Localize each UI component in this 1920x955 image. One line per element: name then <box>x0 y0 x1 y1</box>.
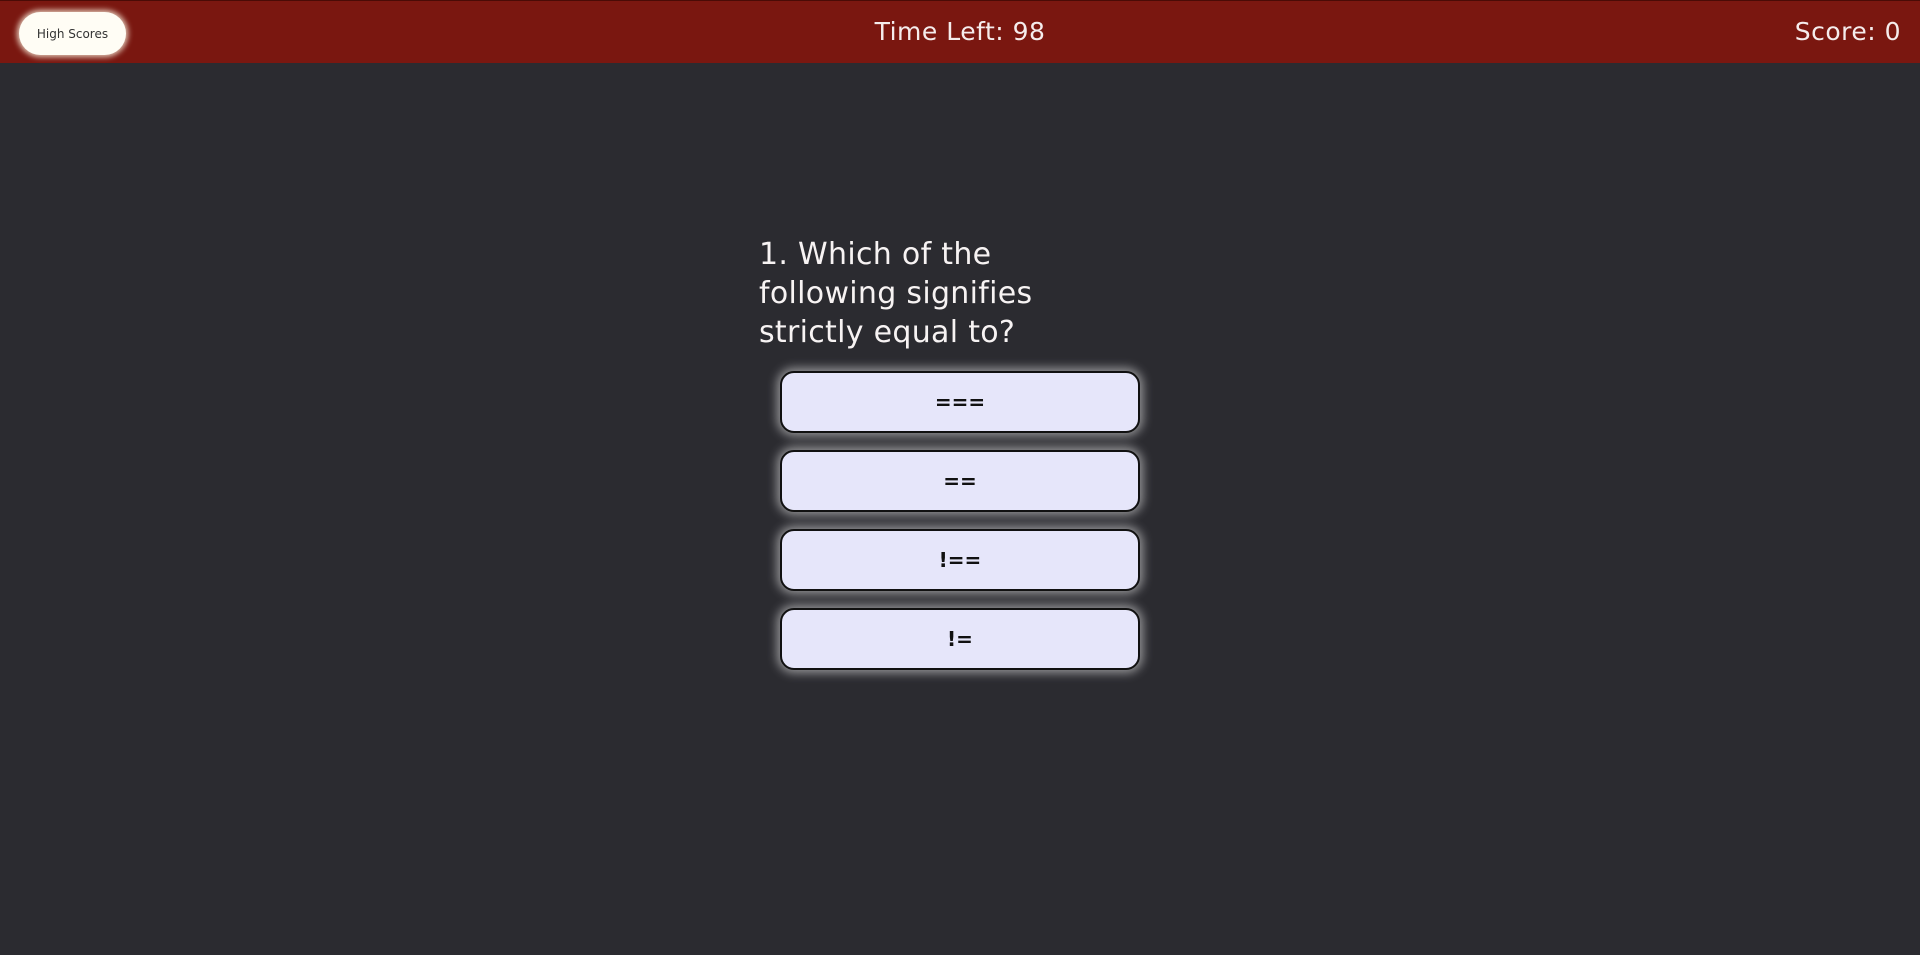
answer-button-4[interactable]: != <box>780 608 1140 670</box>
top-bar: High Scores Time Left: 98 Score: 0 <box>0 0 1920 63</box>
time-left-display: Time Left: 98 <box>874 17 1046 46</box>
answer-button-1[interactable]: === <box>780 371 1140 433</box>
answer-button-3[interactable]: !== <box>780 529 1140 591</box>
answer-button-2[interactable]: == <box>780 450 1140 512</box>
answer-list: === == !== != <box>780 371 1140 687</box>
high-scores-button[interactable]: High Scores <box>19 12 126 55</box>
question-text: 1. Which of the following signifies stri… <box>759 237 1033 350</box>
score-display: Score: 0 <box>1794 17 1901 46</box>
